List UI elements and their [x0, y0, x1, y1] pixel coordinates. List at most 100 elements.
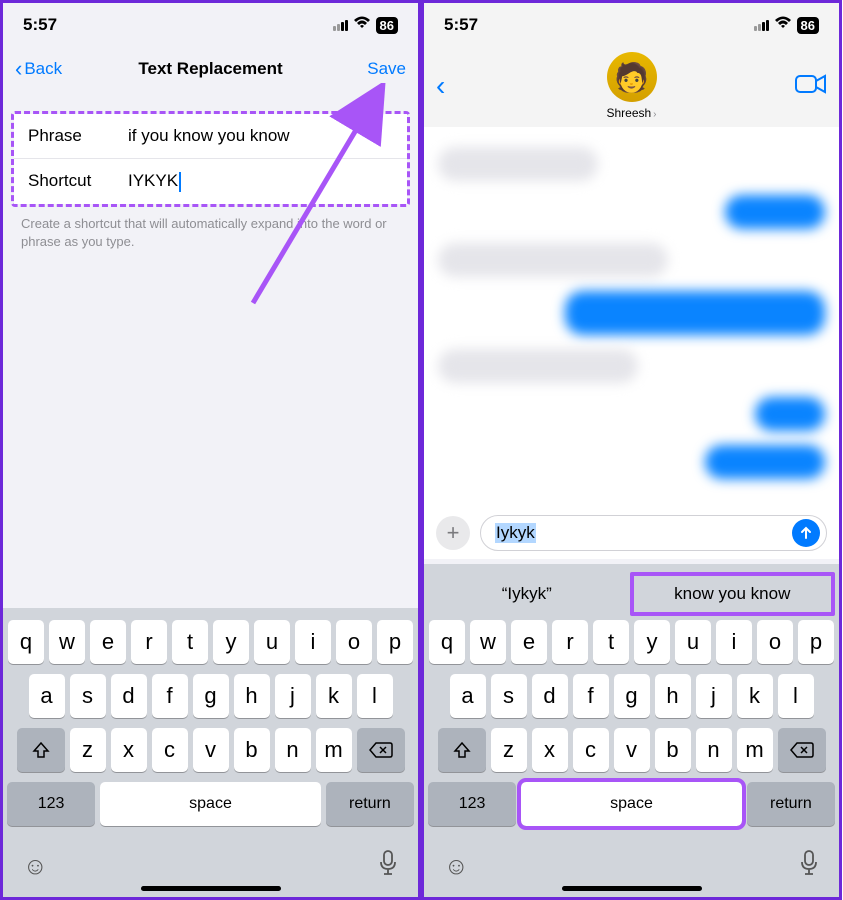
- key-j[interactable]: j: [696, 674, 732, 718]
- home-indicator[interactable]: [141, 886, 281, 891]
- chevron-right-icon: ›: [653, 109, 656, 120]
- key-w[interactable]: w: [470, 620, 506, 664]
- key-m[interactable]: m: [737, 728, 773, 772]
- key-x[interactable]: x: [111, 728, 147, 772]
- key-z[interactable]: z: [70, 728, 106, 772]
- backspace-key[interactable]: [357, 728, 405, 772]
- home-indicator[interactable]: [562, 886, 702, 891]
- plus-button[interactable]: +: [436, 516, 470, 550]
- back-button[interactable]: ‹ Back: [15, 56, 62, 82]
- key-j[interactable]: j: [275, 674, 311, 718]
- messages-body[interactable]: [424, 127, 839, 507]
- shortcut-row[interactable]: Shortcut IYKYK: [14, 159, 407, 204]
- key-x[interactable]: x: [532, 728, 568, 772]
- message-bubble: [705, 445, 825, 479]
- key-l[interactable]: l: [778, 674, 814, 718]
- key-h[interactable]: h: [234, 674, 270, 718]
- back-button[interactable]: ‹: [436, 70, 445, 102]
- space-key[interactable]: space: [521, 782, 742, 826]
- key-e[interactable]: e: [511, 620, 547, 664]
- key-o[interactable]: o: [757, 620, 793, 664]
- contact-info[interactable]: 🧑 Shreesh›: [424, 52, 839, 120]
- keyboard-row-4: 123 space return: [428, 782, 835, 826]
- key-y[interactable]: y: [213, 620, 249, 664]
- key-n[interactable]: n: [696, 728, 732, 772]
- key-s[interactable]: s: [491, 674, 527, 718]
- keyboard-row-3: z x c v b n m: [428, 728, 835, 772]
- suggestion-original[interactable]: “Iykyk”: [428, 576, 626, 612]
- key-e[interactable]: e: [90, 620, 126, 664]
- suggestion-expansion[interactable]: know you know: [630, 572, 836, 616]
- keyboard-row-4: 123 space return: [7, 782, 414, 826]
- keyboard-row-1: q w e r t y u i o p: [428, 620, 835, 664]
- space-key[interactable]: space: [100, 782, 321, 826]
- message-bubble: [438, 243, 668, 277]
- status-right: 86: [754, 16, 819, 35]
- key-m[interactable]: m: [316, 728, 352, 772]
- key-q[interactable]: q: [8, 620, 44, 664]
- key-f[interactable]: f: [152, 674, 188, 718]
- emoji-icon[interactable]: ☺: [23, 853, 48, 881]
- key-i[interactable]: i: [716, 620, 752, 664]
- video-call-icon[interactable]: [795, 73, 827, 100]
- shift-key[interactable]: [438, 728, 486, 772]
- key-l[interactable]: l: [357, 674, 393, 718]
- key-v[interactable]: v: [193, 728, 229, 772]
- shift-key[interactable]: [17, 728, 65, 772]
- key-h[interactable]: h: [655, 674, 691, 718]
- key-s[interactable]: s: [70, 674, 106, 718]
- key-c[interactable]: c: [573, 728, 609, 772]
- phone-left-settings: 5:57 86 ‹ Back Text Replacement Save Phr…: [0, 0, 421, 900]
- key-z[interactable]: z: [491, 728, 527, 772]
- wifi-icon: [353, 16, 371, 35]
- key-i[interactable]: i: [295, 620, 331, 664]
- wifi-icon: [774, 16, 792, 35]
- key-y[interactable]: y: [634, 620, 670, 664]
- key-r[interactable]: r: [131, 620, 167, 664]
- key-v[interactable]: v: [614, 728, 650, 772]
- key-p[interactable]: p: [798, 620, 834, 664]
- key-t[interactable]: t: [172, 620, 208, 664]
- mic-icon[interactable]: [378, 850, 398, 883]
- return-key[interactable]: return: [326, 782, 414, 826]
- nav-bar: ‹ Back Text Replacement Save: [3, 47, 418, 91]
- emoji-icon[interactable]: ☺: [444, 853, 469, 881]
- cellular-icon: [333, 20, 348, 31]
- key-b[interactable]: b: [655, 728, 691, 772]
- key-u[interactable]: u: [254, 620, 290, 664]
- keyboard-row-1: q w e r t y u i o p: [7, 620, 414, 664]
- key-d[interactable]: d: [111, 674, 147, 718]
- key-q[interactable]: q: [429, 620, 465, 664]
- key-p[interactable]: p: [377, 620, 413, 664]
- phrase-input[interactable]: if you know you know: [128, 126, 393, 146]
- key-b[interactable]: b: [234, 728, 270, 772]
- suggestion-bar: “Iykyk” know you know: [424, 572, 839, 616]
- numeric-key[interactable]: 123: [7, 782, 95, 826]
- key-w[interactable]: w: [49, 620, 85, 664]
- key-r[interactable]: r: [552, 620, 588, 664]
- save-button[interactable]: Save: [367, 59, 406, 79]
- key-u[interactable]: u: [675, 620, 711, 664]
- status-time: 5:57: [23, 15, 57, 35]
- key-k[interactable]: k: [737, 674, 773, 718]
- key-a[interactable]: a: [29, 674, 65, 718]
- key-d[interactable]: d: [532, 674, 568, 718]
- key-k[interactable]: k: [316, 674, 352, 718]
- send-button[interactable]: [792, 519, 820, 547]
- message-input[interactable]: Iykyk: [480, 515, 827, 551]
- key-f[interactable]: f: [573, 674, 609, 718]
- key-o[interactable]: o: [336, 620, 372, 664]
- key-g[interactable]: g: [193, 674, 229, 718]
- shortcut-input[interactable]: IYKYK: [128, 171, 393, 192]
- key-g[interactable]: g: [614, 674, 650, 718]
- key-a[interactable]: a: [450, 674, 486, 718]
- key-t[interactable]: t: [593, 620, 629, 664]
- phrase-row[interactable]: Phrase if you know you know: [14, 114, 407, 159]
- key-n[interactable]: n: [275, 728, 311, 772]
- key-c[interactable]: c: [152, 728, 188, 772]
- message-bubble: [438, 349, 638, 383]
- return-key[interactable]: return: [747, 782, 835, 826]
- numeric-key[interactable]: 123: [428, 782, 516, 826]
- mic-icon[interactable]: [799, 850, 819, 883]
- backspace-key[interactable]: [778, 728, 826, 772]
